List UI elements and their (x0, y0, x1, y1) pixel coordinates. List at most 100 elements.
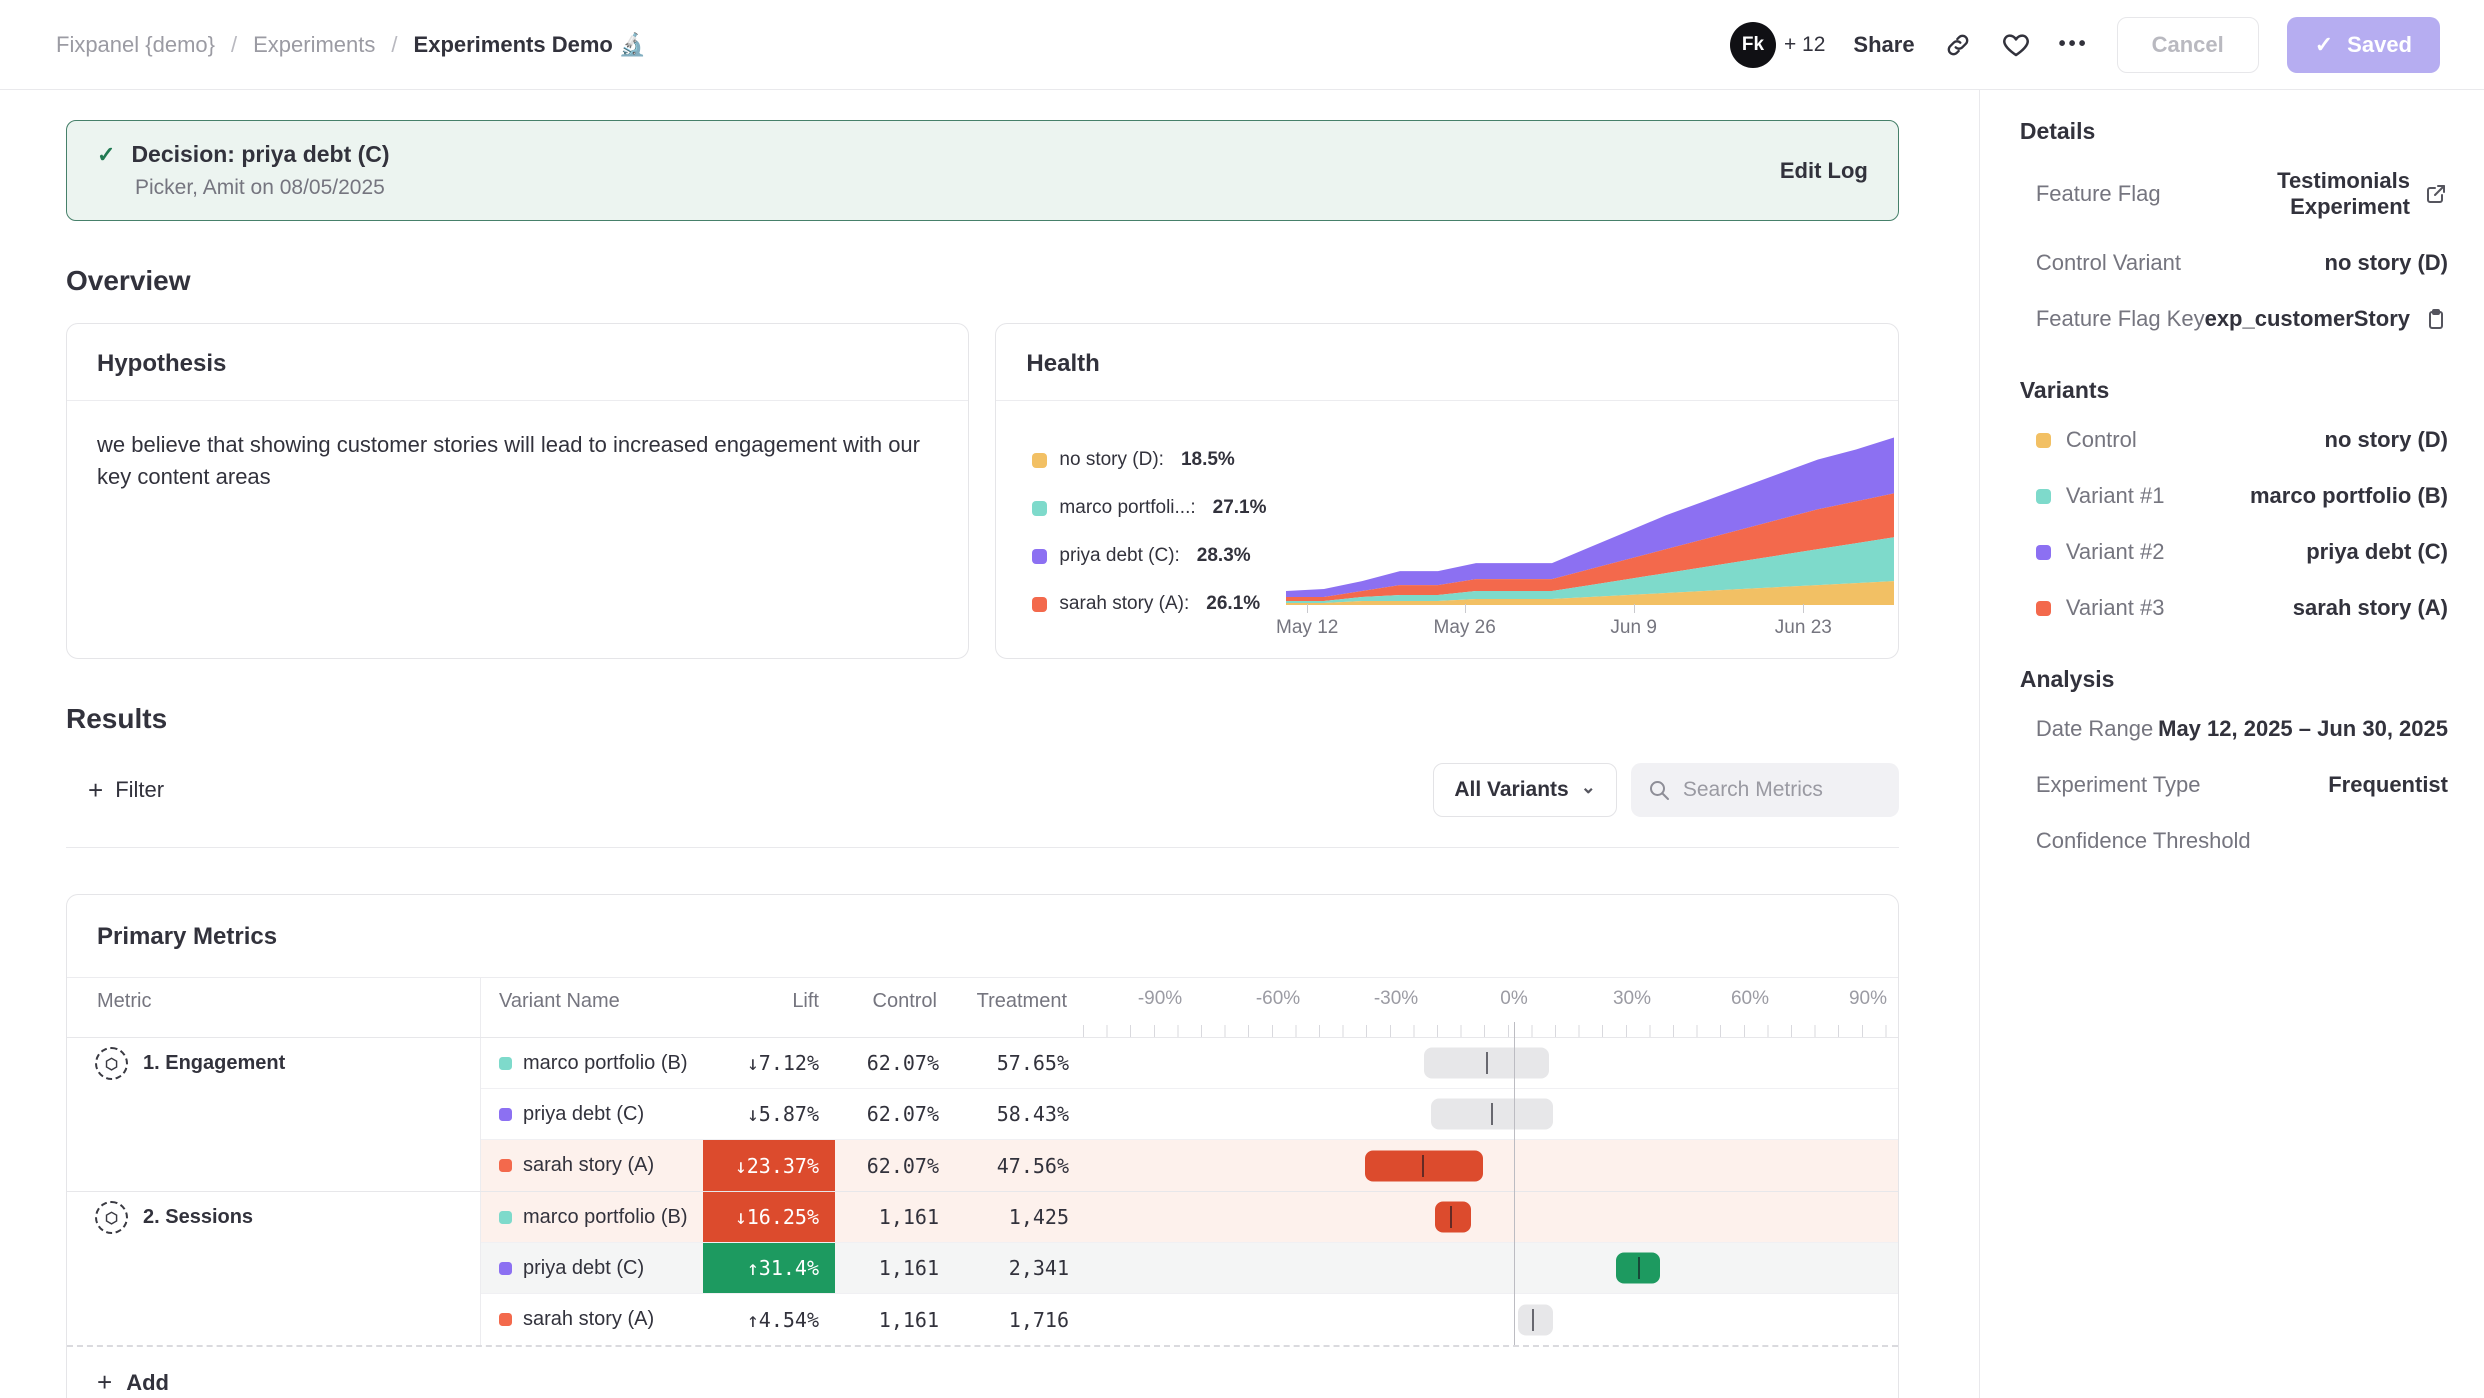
x-axis-tick (1465, 604, 1466, 613)
breadcrumb-project[interactable]: Fixpanel {demo} (56, 32, 215, 58)
confidence-interval-cell (1083, 1192, 1898, 1242)
metric-cell: ⬡2. Sessions (67, 1192, 481, 1345)
details-section: Details Feature FlagTestimonials Experim… (2020, 118, 2448, 347)
control-value: 1,161 (835, 1192, 953, 1242)
variant-name: marco portfolio (B) (523, 1206, 688, 1229)
variants-row: Variant #2priya debt (C) (2020, 524, 2448, 580)
treatment-value: 1,716 (953, 1294, 1083, 1345)
variant-name: priya debt (C) (523, 1103, 644, 1126)
control-value: 62.07% (835, 1089, 953, 1139)
row-label-text: Variant #3 (2066, 595, 2165, 621)
row-label: Experiment Type (2036, 772, 2201, 798)
lift-axis-tick-label: 30% (1613, 988, 1651, 1010)
lift-axis-tick-label: -60% (1256, 988, 1300, 1010)
avatar[interactable]: Fk (1730, 22, 1776, 68)
more-menu-icon[interactable]: ••• (2059, 33, 2089, 56)
table-row[interactable]: sarah story (A)↓23.37%62.07%47.56% (481, 1140, 1898, 1191)
column-control: Control (835, 978, 953, 1037)
variant-name: marco portfolio (B) (523, 1052, 688, 1075)
row-label: Control Variant (2036, 250, 2181, 276)
lift-axis: -90%-60%-30%0%30%60%90% (1083, 978, 1898, 1037)
details-row: Feature Flag Keyexp_customerStory (2020, 291, 2448, 347)
variant-name-cell: sarah story (A) (481, 1140, 703, 1191)
table-row[interactable]: priya debt (C)↑31.4%1,1612,341 (481, 1243, 1898, 1294)
copy-icon[interactable] (2424, 307, 2448, 331)
breadcrumb: Fixpanel {demo} / Experiments / Experime… (56, 32, 646, 58)
table-row[interactable]: marco portfolio (B)↓16.25%1,1611,425 (481, 1192, 1898, 1243)
x-axis-tick (1307, 604, 1308, 613)
legend-label: no story (D): (1059, 449, 1164, 471)
lift-axis-tick-label: -30% (1374, 988, 1418, 1010)
breadcrumb-experiments[interactable]: Experiments (253, 32, 375, 58)
add-metric-button[interactable]: + Add (67, 1345, 1898, 1398)
x-axis-tick (1634, 604, 1635, 613)
variants-section: Variants Controlno story (D)Variant #1ma… (2020, 377, 2448, 636)
topbar: Fixpanel {demo} / Experiments / Experime… (0, 0, 2484, 90)
lift-marker (1486, 1052, 1488, 1074)
zero-percent-line (1514, 1022, 1515, 1345)
share-button[interactable]: Share (1853, 32, 1914, 58)
chevron-down-icon: ⌄ (1581, 777, 1596, 798)
control-value: 1,161 (835, 1294, 953, 1345)
table-row[interactable]: priya debt (C)↓5.87%62.07%58.43% (481, 1089, 1898, 1140)
confidence-interval-cell (1083, 1038, 1898, 1088)
row-label-text: Experiment Type (2036, 772, 2201, 798)
row-value-text[interactable]: Testimonials Experiment (2161, 168, 2410, 220)
copy-link-icon[interactable] (1943, 30, 1973, 60)
variants-row: Variant #1marco portfolio (B) (2020, 468, 2448, 524)
saved-button-label: Saved (2347, 32, 2412, 58)
metric-rows: marco portfolio (B)↓7.12%62.07%57.65% pri… (481, 1038, 1898, 1191)
lift-value: ↓5.87% (703, 1089, 835, 1139)
confidence-interval-bar (1518, 1304, 1553, 1335)
x-axis-label: Jun 23 (1775, 617, 1832, 639)
search-metrics-box (1631, 763, 1899, 817)
search-metrics-input[interactable] (1683, 778, 1873, 802)
variant-name: sarah story (A) (523, 1308, 654, 1331)
row-value-text: sarah story (A) (2293, 595, 2448, 621)
lift-marker (1422, 1155, 1424, 1177)
lift-value: ↓23.37% (703, 1140, 835, 1191)
external-link-icon[interactable] (2424, 182, 2448, 206)
table-row[interactable]: marco portfolio (B)↓7.12%62.07%57.65% (481, 1038, 1898, 1089)
cancel-button[interactable]: Cancel (2117, 17, 2259, 73)
column-variant-name: Variant Name (481, 978, 703, 1037)
metric-cell: ⬡1. Engagement (67, 1038, 481, 1191)
overview-heading: Overview (66, 265, 1899, 297)
treatment-value: 47.56% (953, 1140, 1083, 1191)
favorite-heart-icon[interactable] (2001, 30, 2031, 60)
legend-item: sarah story (A):26.1% (1032, 593, 1281, 615)
analysis-heading: Analysis (2020, 666, 2448, 693)
row-label: Feature Flag (2036, 181, 2161, 207)
details-row: Feature FlagTestimonials Experiment (2020, 153, 2448, 235)
variant-name: sarah story (A) (523, 1154, 654, 1177)
lift-value: ↑31.4% (703, 1243, 835, 1293)
analysis-rows: Date RangeMay 12, 2025 – Jun 30, 2025Exp… (2020, 701, 2448, 869)
table-row[interactable]: sarah story (A)↑4.54%1,1611,716 (481, 1294, 1898, 1345)
row-value-text: marco portfolio (B) (2250, 483, 2448, 509)
row-label: Confidence Threshold (2036, 828, 2251, 854)
details-row: Control Variantno story (D) (2020, 235, 2448, 291)
row-value-text: Frequentist (2328, 772, 2448, 798)
saved-button[interactable]: ✓ Saved (2287, 17, 2440, 73)
plus-icon: + (88, 775, 103, 806)
results-heading: Results (66, 703, 1899, 735)
lift-marker (1638, 1257, 1640, 1279)
breadcrumb-separator: / (391, 32, 397, 58)
breadcrumb-separator: / (231, 32, 237, 58)
edit-log-button[interactable]: Edit Log (1780, 158, 1868, 184)
variants-row: Controlno story (D) (2020, 412, 2448, 468)
lift-axis-tick-label: -90% (1138, 988, 1182, 1010)
add-filter-button[interactable]: + Filter (66, 775, 164, 806)
health-legend: no story (D):18.5% marco portfoli...:27.1… (1032, 427, 1281, 639)
legend-item: marco portfoli...:27.1% (1032, 497, 1281, 519)
legend-item: no story (D):18.5% (1032, 449, 1281, 471)
confidence-interval-bar (1435, 1202, 1470, 1233)
metric-name: 2. Sessions (143, 1201, 253, 1234)
all-variants-dropdown[interactable]: All Variants ⌄ (1433, 763, 1616, 817)
pm-groups: ⬡1. Engagementmarco portfolio (B)↓7.12%6… (67, 1038, 1898, 1345)
confidence-interval-cell (1083, 1140, 1898, 1191)
x-axis-label: May 12 (1276, 617, 1338, 639)
collaborators[interactable]: Fk + 12 (1730, 22, 1825, 68)
variant-name-cell: marco portfolio (B) (481, 1038, 703, 1088)
add-label: Add (126, 1370, 169, 1396)
